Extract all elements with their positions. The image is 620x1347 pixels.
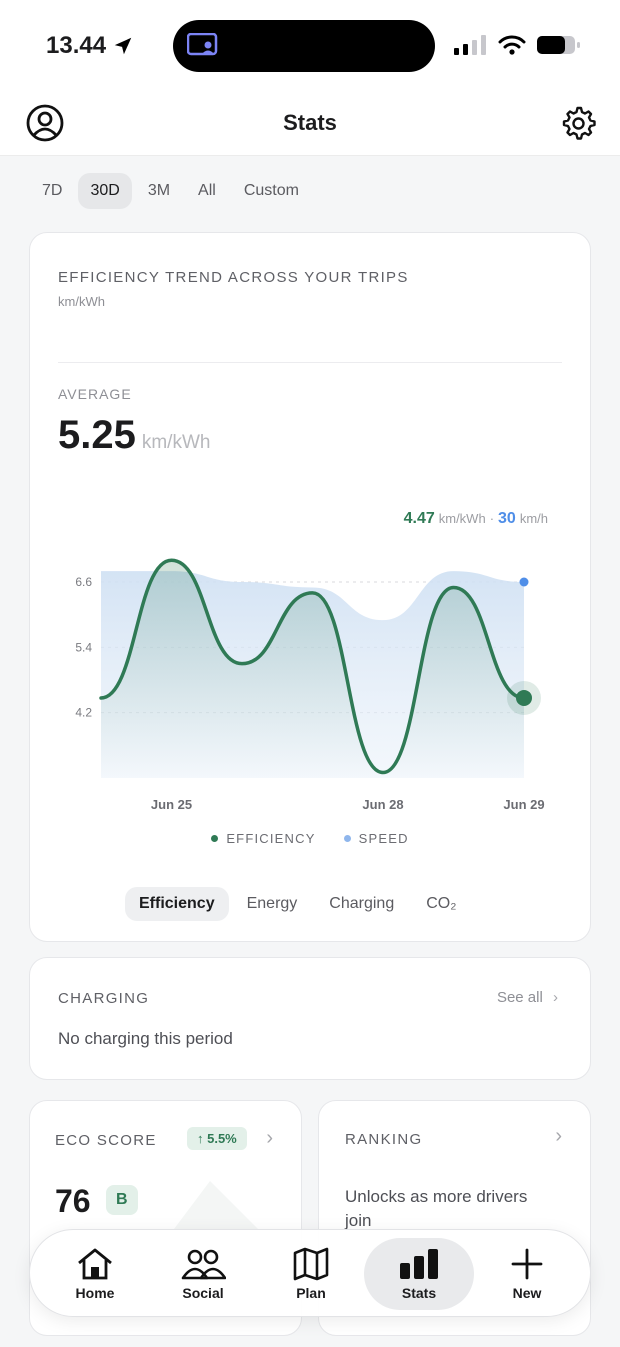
legend-speed: SPEED [343,831,409,846]
tab-30d[interactable]: 30D [78,173,132,209]
y-tick-label: 4.2 [75,706,92,720]
ranking-title: RANKING [345,1131,423,1148]
people-icon [181,1249,226,1280]
eco-grade-badge: B [106,1185,138,1215]
see-all-link[interactable]: See all › [497,989,558,1006]
charging-empty-text: No charging this period [58,1029,233,1048]
charging-card[interactable]: CHARGING See all › No charging this peri… [29,957,591,1080]
app-header: Stats [0,92,620,156]
ranking-text: Unlocks as more drivers join [345,1187,528,1230]
bar-chart-icon [400,1249,438,1279]
readout-efficiency-unit: km/kWh [438,511,486,526]
status-icons [454,34,582,56]
location-arrow-icon [114,37,132,55]
tab-energy[interactable]: Energy [233,887,312,921]
tab-charging[interactable]: Charging [315,887,408,921]
efficiency-chart[interactable]: 6.6 5.4 4.2 Jun 25 Jun 28 Jun 29 [30,533,590,823]
nav-social[interactable]: Social [148,1238,258,1310]
status-bar: 13.44 [0,0,620,92]
bottom-nav: Home Social Plan Stats New [29,1229,591,1317]
nav-home[interactable]: Home [40,1238,150,1310]
legend-efficiency-dot [211,835,219,843]
signal-icon [454,35,486,55]
screen-share-icon [187,33,218,56]
chevron-right-icon: › [555,1125,562,1147]
card-title: EFFICIENCY TREND ACROSS YOUR TRIPS [58,269,409,286]
map-icon [293,1247,329,1281]
nav-new[interactable]: New [472,1238,582,1310]
average-readout: 5.25 km/kWh [58,413,210,458]
tab-efficiency[interactable]: Efficiency [125,887,229,921]
tab-7d[interactable]: 7D [30,173,74,209]
x-tick-label: Jun 29 [503,797,544,812]
status-time: 13.44 [46,32,134,60]
metric-tabs: Efficiency Energy Charging CO₂ [125,887,470,921]
gear-icon[interactable] [559,104,597,142]
average-value: 5.25 [58,413,136,457]
chevron-right-icon: › [266,1127,273,1149]
eco-score-value: 76 [55,1183,91,1219]
readout-speed-unit: km/h [519,511,548,526]
average-label: AVERAGE [58,386,132,402]
average-unit: km/kWh [141,432,211,453]
speed-point[interactable] [519,577,529,587]
y-tick-label: 5.4 [75,640,92,654]
divider [58,362,562,363]
readout-separator: · [489,511,495,526]
period-tabs: 7D 30D 3M All Custom [30,173,311,209]
page-title: Stats [283,110,337,135]
eco-score-title: ECO SCORE [55,1132,157,1149]
chart-legend: EFFICIENCY SPEED [30,831,590,846]
efficiency-card: EFFICIENCY TREND ACROSS YOUR TRIPS km/kW… [29,232,591,942]
tab-3m[interactable]: 3M [136,173,182,209]
x-tick-label: Jun 25 [151,797,192,812]
home-icon [78,1248,112,1280]
dynamic-island [173,20,435,72]
legend-efficiency: EFFICIENCY [211,831,315,846]
charging-title: CHARGING [58,990,150,1007]
tab-custom[interactable]: Custom [232,173,311,209]
efficiency-point[interactable] [516,689,532,706]
plus-icon [511,1248,543,1280]
battery-icon [537,36,580,54]
chart-hover-readout: 4.47 km/kWh · 30 km/h [404,510,548,528]
tab-all[interactable]: All [186,173,228,209]
tab-co2[interactable]: CO₂ [412,887,470,921]
legend-speed-dot [343,835,351,843]
card-unit: km/kWh [58,294,105,309]
nav-plan[interactable]: Plan [256,1238,366,1310]
chevron-right-icon: › [553,989,558,1006]
wifi-icon [498,35,526,55]
nav-stats[interactable]: Stats [364,1238,474,1310]
readout-speed: 30 [498,510,516,527]
eco-change-badge: ↑ 5.5% [187,1127,247,1150]
readout-efficiency: 4.47 [403,510,435,527]
y-tick-label: 6.6 [75,575,92,589]
x-tick-label: Jun 28 [362,797,403,812]
